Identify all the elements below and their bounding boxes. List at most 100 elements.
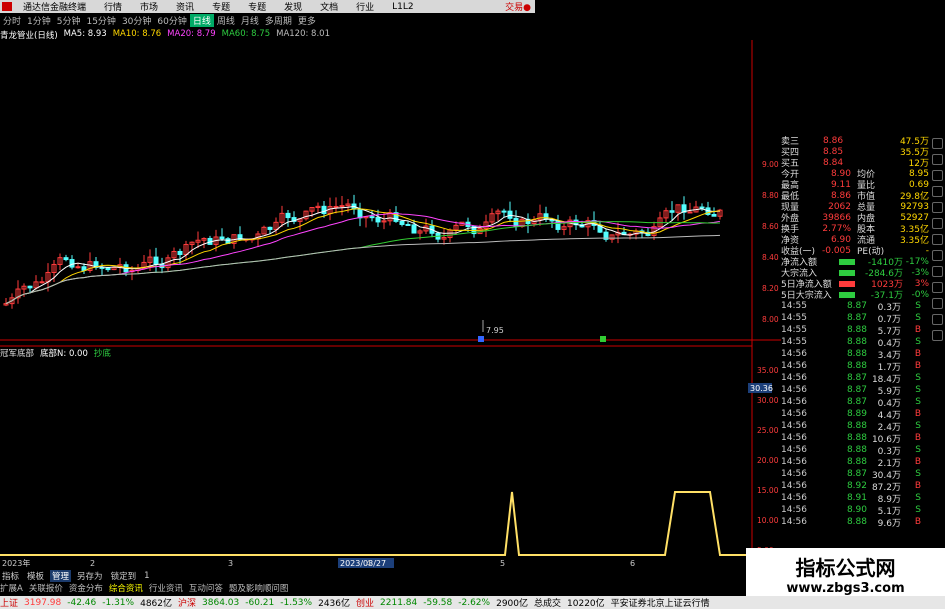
index-sh-pct: -1.31% xyxy=(102,597,135,608)
tick-row: 14:56 8.87 18.4万 S xyxy=(781,372,929,385)
tick-list[interactable]: 14:55 8.87 0.3万 S 14:55 8.87 0.7万 S 14:55 8.88 5.7… xyxy=(781,300,929,529)
tab-manage[interactable]: 管理 xyxy=(50,570,72,582)
book-price: 8.84 xyxy=(823,157,844,168)
tick-price: 8.91 xyxy=(846,493,867,503)
kline-chart[interactable]: 9.00 8.80 8.60 8.40 8.20 8.00 35.00 30.00 25.00… xyxy=(0,40,781,570)
menu-item-quotes[interactable]: 行情 xyxy=(95,0,131,13)
indicator-field1: 底部N: 0.00 xyxy=(40,349,88,359)
low-price-label: 7.95 xyxy=(486,326,504,335)
period-tab[interactable]: 5分钟 xyxy=(54,14,84,27)
candle-body xyxy=(99,266,105,269)
indicator-title[interactable]: 冠军底部 xyxy=(0,347,34,359)
index-hs-label[interactable]: 沪深 xyxy=(178,596,196,609)
chart-icon[interactable] xyxy=(931,170,943,181)
x-mark: 4 xyxy=(366,559,371,568)
period-tab[interactable]: 30分钟 xyxy=(119,14,154,27)
index-cy-value: 2211.84 xyxy=(380,597,418,608)
stat-value: 8.95 xyxy=(908,168,929,179)
period-tab[interactable]: 1分钟 xyxy=(24,14,54,27)
year-label: 2023年 xyxy=(2,558,30,568)
flow-pct: -17% xyxy=(905,256,929,267)
refresh-icon[interactable] xyxy=(931,186,943,197)
tab-indicator[interactable]: 指标 xyxy=(0,570,21,582)
tab-one[interactable]: 1 xyxy=(142,571,151,581)
menu-item-docs[interactable]: 文档 xyxy=(311,0,347,13)
tick-price: 8.89 xyxy=(846,409,867,419)
grid-icon[interactable] xyxy=(931,138,943,149)
chart-bg xyxy=(0,40,781,570)
tick-time: 14:56 xyxy=(781,397,807,407)
link-icon[interactable] xyxy=(931,250,943,261)
stat-value: 6.90 xyxy=(830,234,851,245)
stat-value: 8.86 xyxy=(830,190,851,201)
stat-value: 2.77% xyxy=(822,223,851,234)
menu-item-discover[interactable]: 发现 xyxy=(275,0,311,13)
tick-time: 14:56 xyxy=(781,445,807,455)
tab-impact[interactable]: 题及影响顺问图 xyxy=(229,582,289,594)
menu-item-level[interactable]: L1L2 xyxy=(383,2,422,12)
menu-item-topic-2[interactable]: 专题 xyxy=(239,0,275,13)
tick-side: S xyxy=(915,421,921,431)
list-icon[interactable] xyxy=(931,154,943,165)
index-cy-label[interactable]: 创业 xyxy=(356,596,374,609)
tick-side: S xyxy=(915,445,921,455)
tab-extend[interactable]: 扩展A xyxy=(0,582,23,594)
bell-icon[interactable] xyxy=(931,314,943,325)
tab-funds[interactable]: 资金分布 xyxy=(69,582,103,594)
event-marker-b[interactable] xyxy=(478,336,484,342)
tick-side: S xyxy=(915,397,921,407)
tab-qa[interactable]: 互动问答 xyxy=(189,582,223,594)
flow-pct: -0% xyxy=(911,289,929,300)
period-tab[interactable]: 多周期 xyxy=(262,14,295,27)
tick-time: 14:56 xyxy=(781,349,807,359)
sub-tick-label: 35.00 xyxy=(757,366,779,375)
period-tab[interactable]: 60分钟 xyxy=(154,14,189,27)
period-tab[interactable]: 月线 xyxy=(238,14,262,27)
trade-link[interactable]: 交易● xyxy=(505,0,535,13)
tab-industry-news[interactable]: 行业资讯 xyxy=(149,582,183,594)
notes-icon[interactable] xyxy=(931,266,943,277)
candle-body xyxy=(369,216,375,219)
candle-body xyxy=(699,206,705,209)
rsi-icon[interactable] xyxy=(931,202,943,213)
menu-item-news[interactable]: 资讯 xyxy=(167,0,203,13)
period-tab[interactable]: 分时 xyxy=(0,14,24,27)
calendar-icon[interactable] xyxy=(931,298,943,309)
event-marker-s[interactable] xyxy=(600,336,606,342)
sub-tick-label: 20.00 xyxy=(757,456,779,465)
tick-side: B xyxy=(914,517,921,527)
tick-time: 14:55 xyxy=(781,301,807,311)
tab-lock-to[interactable]: 锁定到 xyxy=(109,570,139,582)
tick-price: 8.87 xyxy=(846,385,867,395)
tab-news[interactable]: 综合资讯 xyxy=(109,582,143,594)
x-mark: 5 xyxy=(500,559,505,568)
tick-row: 14:56 8.88 10.6万 B xyxy=(781,432,929,445)
period-tab-more[interactable]: 更多 xyxy=(295,14,319,27)
candle-body xyxy=(507,210,513,219)
period-tab[interactable]: 周线 xyxy=(214,14,238,27)
tools-icon[interactable] xyxy=(931,234,943,245)
candle-body xyxy=(69,259,75,268)
index-sh-label[interactable]: 上证 xyxy=(0,596,18,609)
menu-item-market[interactable]: 市场 xyxy=(131,0,167,13)
candle-body xyxy=(63,257,69,261)
stat-value: 39866 xyxy=(822,212,851,223)
ma120-label: MA120: 8.01 xyxy=(276,29,330,39)
flow-label: 5日大宗流入 xyxy=(781,291,832,301)
index-hs-amt: 2436亿 xyxy=(318,599,350,609)
tick-row: 14:56 8.88 0.3万 S xyxy=(781,444,929,457)
menu-item-topic[interactable]: 专题 xyxy=(203,0,239,13)
menu-item-industry[interactable]: 行业 xyxy=(347,0,383,13)
settings-icon[interactable] xyxy=(931,330,943,341)
period-tab[interactable]: 15分钟 xyxy=(83,14,118,27)
tab-template[interactable]: 模板 xyxy=(25,570,46,582)
tab-related[interactable]: 关联报价 xyxy=(29,582,63,594)
tick-time: 14:56 xyxy=(781,517,807,527)
candle-body xyxy=(399,220,405,225)
tab-save-as[interactable]: 另存为 xyxy=(75,570,105,582)
stats-icon[interactable] xyxy=(931,218,943,229)
period-tab-daily[interactable]: 日线 xyxy=(189,14,214,27)
tick-time: 14:56 xyxy=(781,385,807,395)
doc-icon[interactable] xyxy=(931,282,943,293)
candle-body xyxy=(711,213,717,217)
